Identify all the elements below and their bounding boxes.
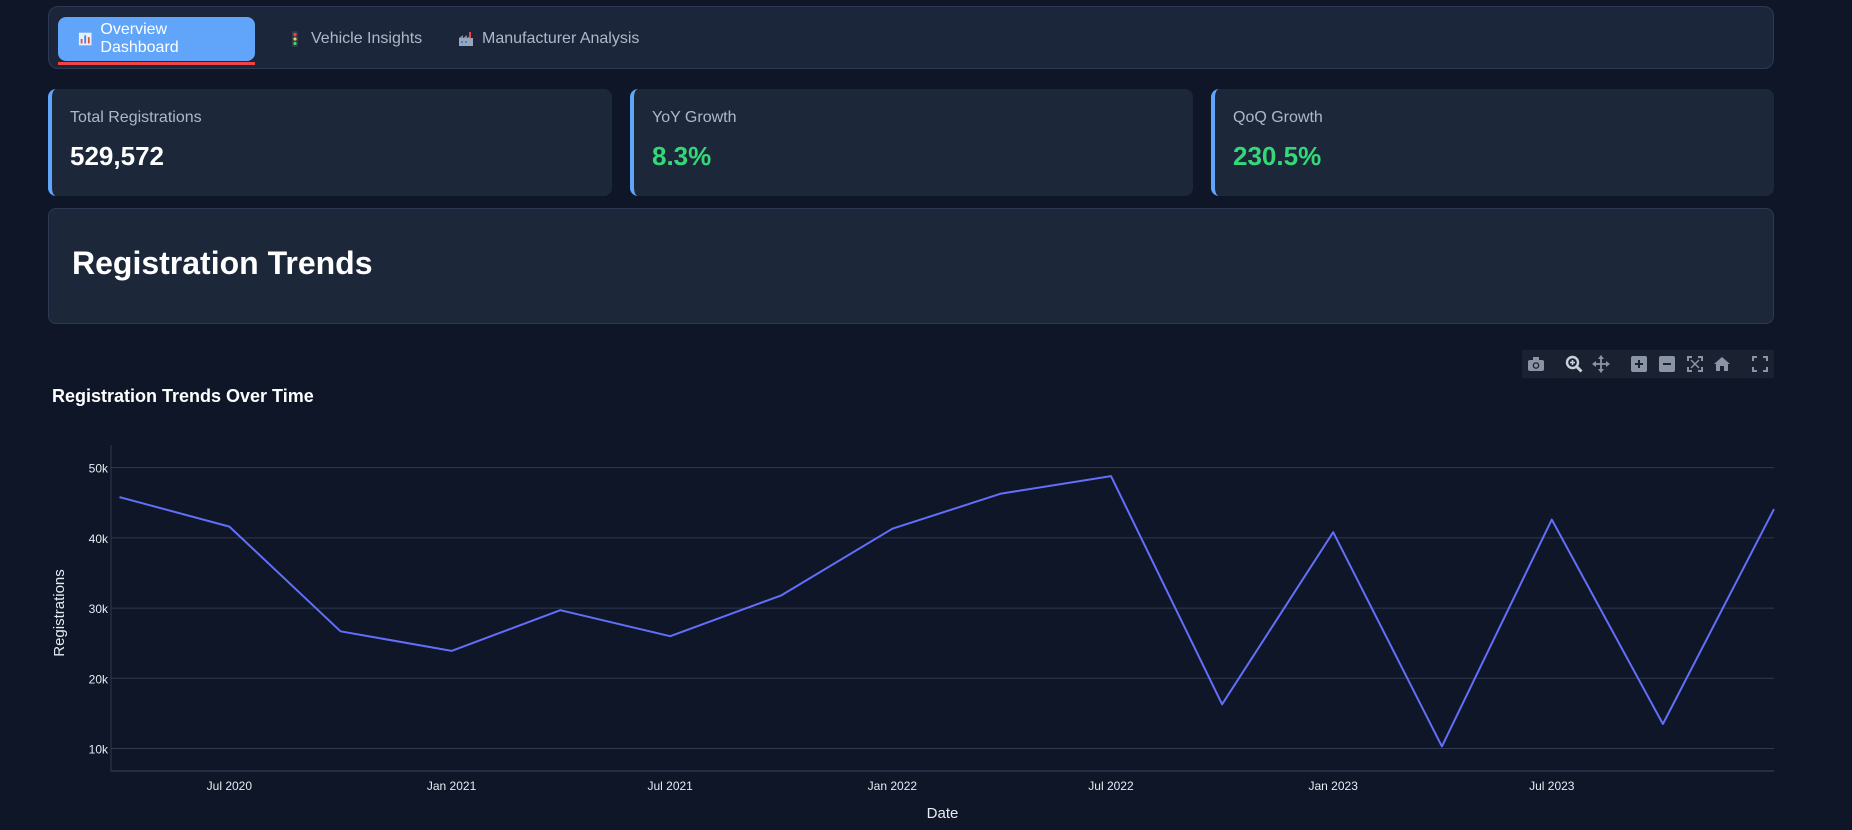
x-tick-label: Jan 2022: [868, 779, 918, 793]
x-tick-label: Jul 2022: [1088, 779, 1134, 793]
y-axis-title: Registrations: [51, 569, 68, 657]
x-axis-title: Date: [927, 805, 959, 822]
x-tick-label: Jul 2020: [207, 779, 253, 793]
x-tick-label: Jan 2023: [1308, 779, 1358, 793]
x-tick-label: Jan 2021: [427, 779, 477, 793]
series-line: [119, 475, 1775, 748]
registration-trends-chart[interactable]: 10k 20k 30k 40k 50k Jul 2020 Jan 2021 Jul 2021 J…: [0, 0, 1852, 830]
y-tick-label: 50k: [89, 462, 109, 476]
x-tick-label: Jul 2023: [1529, 779, 1575, 793]
y-tick-label: 30k: [89, 602, 109, 616]
y-tick-label: 20k: [89, 672, 109, 686]
y-tick-label: 10k: [89, 743, 109, 757]
y-tick-label: 40k: [89, 532, 109, 546]
x-tick-label: Jul 2021: [647, 779, 693, 793]
